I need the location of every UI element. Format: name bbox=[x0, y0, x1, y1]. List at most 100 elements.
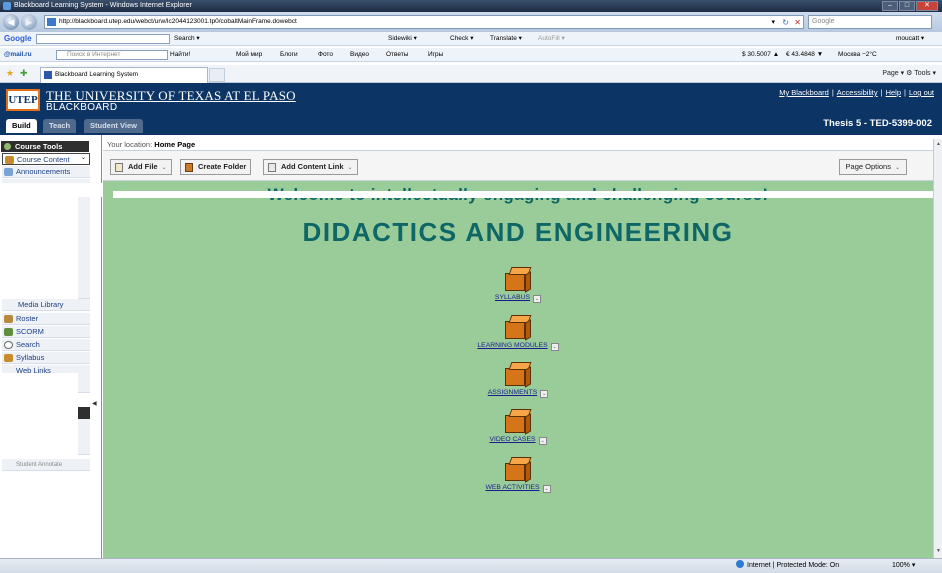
sidebar-item-search[interactable]: Search bbox=[2, 339, 90, 351]
sidewiki-button[interactable]: Sidewiki ▾ bbox=[388, 32, 417, 45]
ie-command-bar[interactable]: Page ▾ ⚙ Tools ▾ bbox=[882, 67, 936, 81]
zoom-level[interactable]: 100% ▾ bbox=[892, 559, 915, 573]
sidebar-item-label: Syllabus bbox=[16, 353, 45, 362]
sidebar-item-label: Student Annotate bbox=[16, 462, 63, 468]
sidebar-item-label: Search bbox=[16, 340, 40, 349]
url-field[interactable]: http://blackboard.utep.edu/webct/urw/lc2… bbox=[44, 15, 804, 29]
close-button[interactable]: ✕ bbox=[916, 1, 938, 11]
scroll-up-icon[interactable]: ▲ bbox=[935, 141, 942, 149]
folder-label[interactable]: SYLLABUS bbox=[495, 294, 530, 301]
roster-icon bbox=[4, 315, 13, 323]
check-button[interactable]: Check ▾ bbox=[450, 32, 474, 45]
add-content-link-button[interactable]: Add Content Link ⌄ bbox=[263, 159, 358, 175]
my-world-link[interactable]: Мой мир bbox=[236, 48, 262, 61]
sidebar-mask bbox=[0, 419, 78, 455]
mailru-search-input[interactable]: Поиск в Интернет bbox=[56, 50, 168, 60]
page-options-label: Page Options bbox=[845, 162, 891, 171]
add-favorite-icon[interactable]: ✚ bbox=[20, 68, 28, 79]
back-button[interactable]: ◀ bbox=[3, 14, 19, 30]
add-file-button[interactable]: Add File ⌄ bbox=[110, 159, 172, 175]
folder-syllabus[interactable]: SYLLABUS ⌄ bbox=[103, 267, 933, 303]
folder-icon bbox=[185, 163, 193, 172]
sidebar-item-annotate[interactable]: Student Annotate bbox=[2, 459, 90, 471]
weather-widget[interactable]: Москва −2°C bbox=[838, 48, 877, 61]
folder-label[interactable]: ASSIGNMENTS bbox=[488, 389, 537, 396]
blackboard-header: UTEP THE UNIVERSITY OF TEXAS AT EL PASO … bbox=[0, 83, 942, 135]
new-tab-button[interactable] bbox=[209, 68, 225, 82]
google-search-button[interactable]: Search ▾ bbox=[174, 32, 200, 45]
page-scrollbar[interactable]: ▲ ▼ bbox=[933, 139, 942, 558]
folder-learning-modules[interactable]: LEARNING MODULES ⌄ bbox=[103, 315, 933, 351]
help-link[interactable]: Help bbox=[886, 88, 901, 97]
forward-button[interactable]: ▶ bbox=[21, 14, 37, 30]
file-icon bbox=[115, 163, 123, 172]
folder-icon[interactable] bbox=[505, 315, 532, 341]
usd-rate: $ 30.5007 ▲ bbox=[742, 51, 780, 58]
sidebar-item-course-content[interactable]: Course Content bbox=[2, 153, 90, 165]
folder-label[interactable]: VIDEO CASES bbox=[489, 436, 535, 443]
sidebar-item-syllabus[interactable]: Syllabus bbox=[2, 352, 90, 364]
create-folder-button[interactable]: Create Folder bbox=[180, 159, 252, 175]
url-dropdown-icon[interactable]: ▾ bbox=[771, 17, 775, 29]
sidebar-item-roster[interactable]: Roster bbox=[2, 313, 90, 325]
folder-icon[interactable] bbox=[505, 409, 532, 435]
create-folder-label: Create Folder bbox=[198, 162, 247, 171]
google-logo: Google bbox=[4, 34, 32, 43]
utep-logo: UTEP bbox=[6, 89, 40, 111]
browser-search-input[interactable]: Google bbox=[808, 15, 932, 29]
folder-assignments[interactable]: ASSIGNMENTS ⌄ bbox=[103, 362, 933, 398]
chevron-down-icon[interactable]: ⌄ bbox=[540, 390, 549, 398]
google-user-menu[interactable]: moucatt ▾ bbox=[896, 32, 924, 45]
minimize-button[interactable]: – bbox=[882, 1, 898, 11]
photo-link[interactable]: Фото bbox=[318, 48, 333, 61]
chevron-down-icon[interactable]: ⌄ bbox=[81, 154, 86, 161]
link-icon bbox=[268, 163, 276, 172]
breadcrumb-prefix: Your location: bbox=[107, 140, 153, 149]
collapse-sidebar-icon[interactable]: ◀ bbox=[92, 400, 97, 407]
chevron-down-icon[interactable]: ⌄ bbox=[550, 343, 559, 351]
google-search-input[interactable] bbox=[36, 34, 170, 44]
blogs-link[interactable]: Блоги bbox=[280, 48, 298, 61]
my-blackboard-link[interactable]: My Blackboard bbox=[779, 88, 829, 97]
refresh-icon[interactable]: ↻ bbox=[782, 17, 789, 29]
breadcrumb: Your location: Home Page bbox=[103, 139, 933, 151]
tab-student-view[interactable]: Student View bbox=[84, 119, 143, 133]
mailru-find-button[interactable]: Найти! bbox=[170, 48, 190, 61]
answers-link[interactable]: Ответы bbox=[386, 48, 408, 61]
scroll-down-icon[interactable]: ▼ bbox=[935, 548, 942, 556]
folder-icon[interactable] bbox=[505, 457, 532, 483]
folder-label[interactable]: LEARNING MODULES bbox=[477, 342, 547, 349]
sidebar-item-media-library[interactable]: Media Library bbox=[2, 299, 90, 311]
chevron-down-icon[interactable]: ⌄ bbox=[542, 485, 551, 493]
folder-icon[interactable] bbox=[505, 362, 532, 388]
autofill-button[interactable]: AutoFill ▾ bbox=[538, 32, 565, 45]
sidebar-item-label: Course Content bbox=[17, 155, 70, 164]
translate-button[interactable]: Translate ▾ bbox=[490, 32, 522, 45]
chevron-down-icon[interactable]: ⌄ bbox=[533, 295, 542, 303]
sidebar-item-scorm[interactable]: SCORM bbox=[2, 326, 90, 338]
page-options-button[interactable]: Page Options ⌄ bbox=[838, 159, 907, 175]
sidebar-item-announcements[interactable]: Announcements bbox=[2, 166, 90, 178]
window-title-bar: Blackboard Learning System - Windows Int… bbox=[0, 0, 942, 12]
browser-tab[interactable]: Blackboard Learning System bbox=[40, 67, 208, 83]
window-controls: – □ ✕ bbox=[882, 1, 938, 11]
maximize-button[interactable]: □ bbox=[899, 1, 915, 11]
folder-icon[interactable] bbox=[505, 267, 532, 293]
stop-icon[interactable]: ✕ bbox=[794, 17, 801, 29]
games-link[interactable]: Игры bbox=[428, 48, 443, 61]
tab-teach[interactable]: Teach bbox=[43, 119, 77, 133]
folder-icon bbox=[5, 156, 14, 164]
accessibility-link[interactable]: Accessibility bbox=[837, 88, 878, 97]
folder-web-activities[interactable]: WEB ACTIVITIES ⌄ bbox=[103, 457, 933, 493]
favorites-star-icon[interactable]: ★ bbox=[6, 68, 14, 79]
folder-video-cases[interactable]: VIDEO CASES ⌄ bbox=[103, 409, 933, 445]
globe-icon bbox=[736, 560, 744, 568]
logout-link[interactable]: Log out bbox=[909, 88, 934, 97]
security-zone: Internet | Protected Mode: On bbox=[736, 559, 839, 573]
tab-build[interactable]: Build bbox=[6, 119, 37, 133]
course-tools-heading[interactable]: Course Tools bbox=[1, 141, 89, 152]
video-link[interactable]: Видео bbox=[350, 48, 369, 61]
chevron-down-icon[interactable]: ⌄ bbox=[538, 437, 547, 445]
announcement-icon bbox=[4, 168, 13, 176]
folder-label[interactable]: WEB ACTIVITIES bbox=[485, 484, 539, 491]
